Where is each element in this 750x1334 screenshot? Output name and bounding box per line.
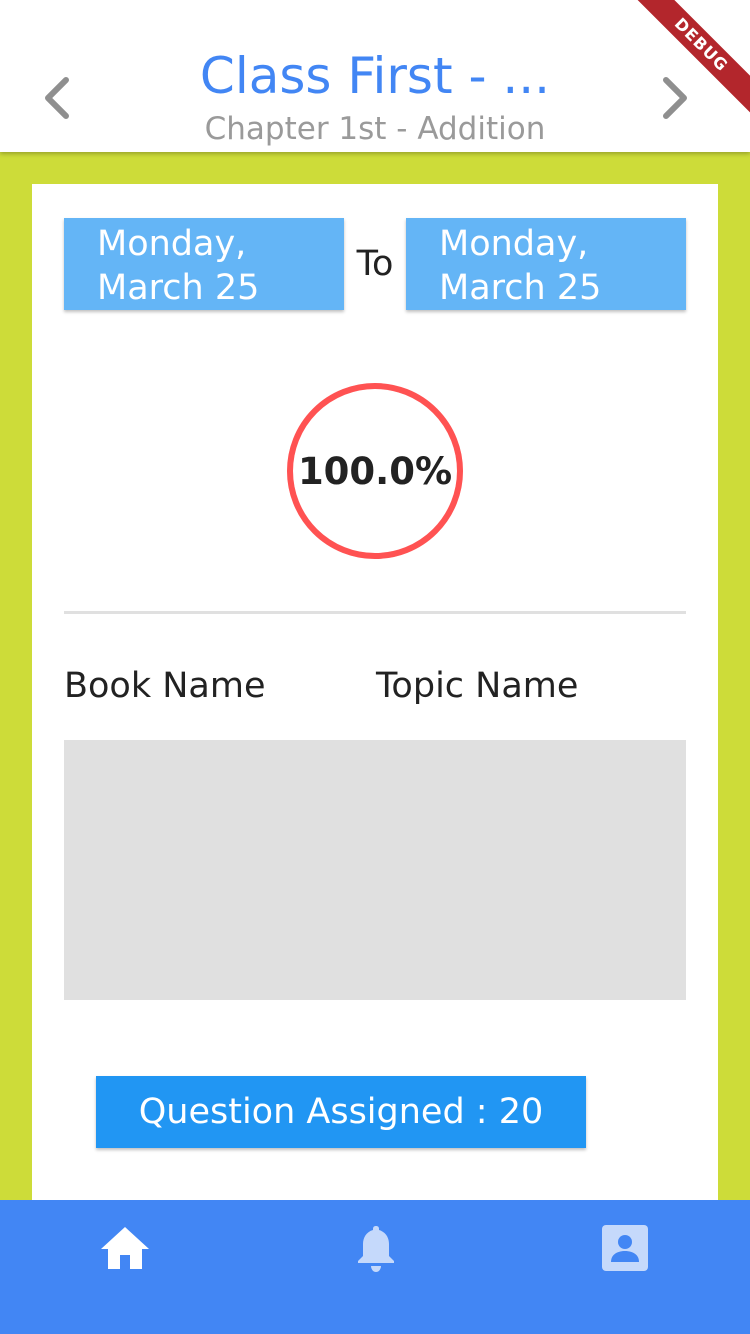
chevron-right-icon <box>663 77 687 119</box>
question-assigned-button[interactable]: Question Assigned : 20 <box>96 1076 586 1148</box>
home-icon <box>101 1227 149 1269</box>
app-bar: Class First - ... Chapter 1st - Addition <box>0 0 750 152</box>
previous-button[interactable] <box>36 70 76 126</box>
page-subtitle: Chapter 1st - Addition <box>204 111 546 147</box>
nav-profile[interactable] <box>595 1220 655 1276</box>
column-header-topic-name: Topic Name <box>376 666 579 706</box>
nav-notifications[interactable] <box>346 1220 406 1276</box>
divider <box>64 611 686 614</box>
progress-value: 100.0% <box>297 449 453 493</box>
chevron-left-icon <box>45 77 69 119</box>
date-separator-label: To <box>356 244 394 284</box>
to-date-button[interactable]: Monday, March 25 <box>406 218 686 310</box>
nav-home[interactable] <box>95 1220 155 1276</box>
book-topic-list <box>64 740 686 1000</box>
progress-circle: 100.0% <box>285 381 465 561</box>
profile-icon <box>602 1225 648 1271</box>
page-title: Class First - ... <box>199 47 551 105</box>
bottom-navigation <box>0 1200 750 1334</box>
column-header-book-name: Book Name <box>64 666 266 706</box>
bell-icon <box>358 1226 394 1272</box>
next-button[interactable] <box>656 70 696 126</box>
from-date-button[interactable]: Monday, March 25 <box>64 218 344 310</box>
